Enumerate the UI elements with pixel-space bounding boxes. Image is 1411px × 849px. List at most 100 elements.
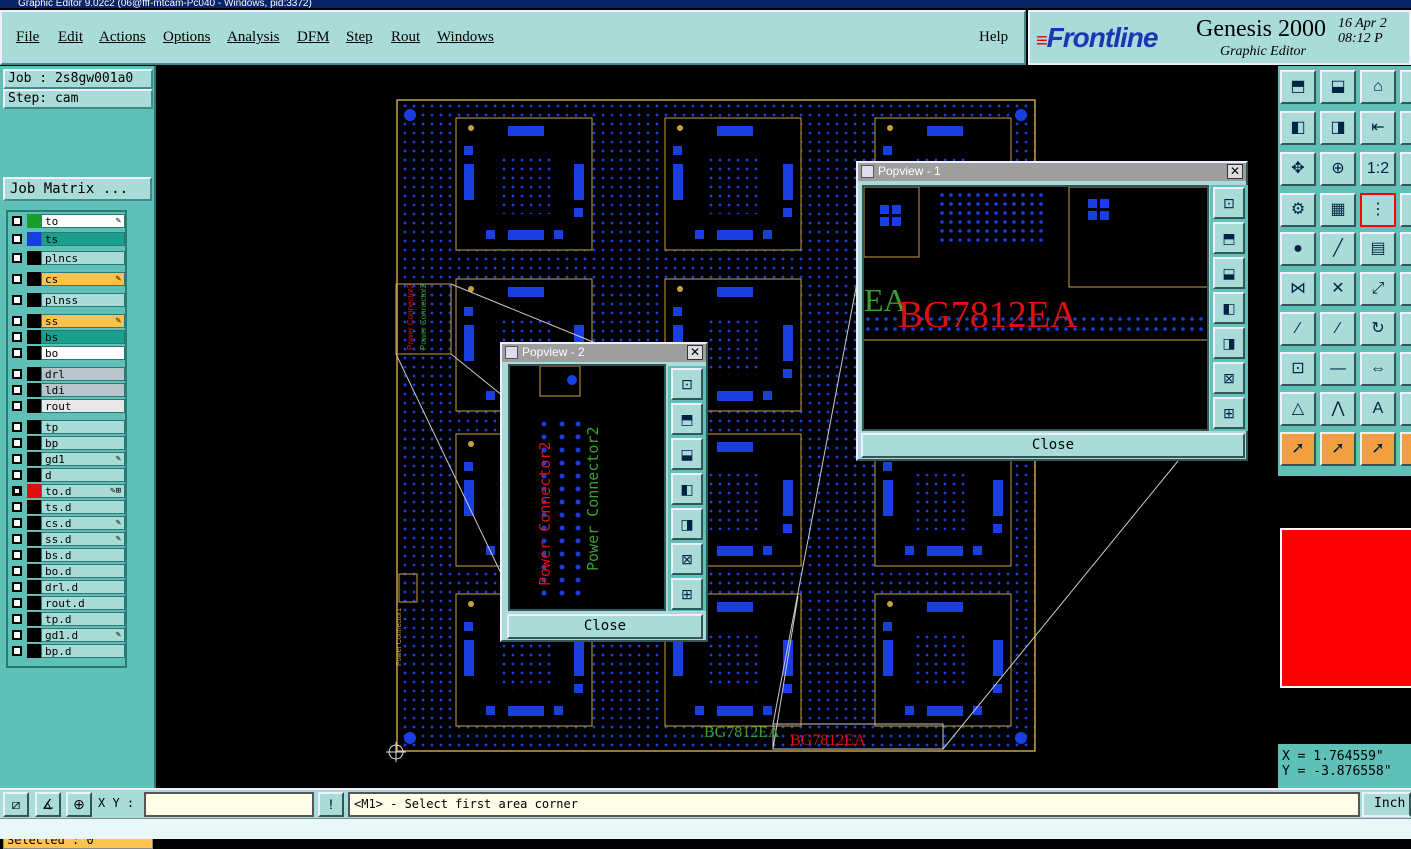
tool-button-icon[interactable]: ➚ xyxy=(1320,432,1356,466)
tool-button-icon[interactable]: ⤢ xyxy=(1360,272,1396,306)
tool-button-icon[interactable]: 1:2 xyxy=(1360,152,1396,186)
layer-checkbox[interactable] xyxy=(12,518,22,528)
layer-checkbox[interactable] xyxy=(12,332,22,342)
layer-checkbox[interactable] xyxy=(12,582,22,592)
pan-down-icon[interactable]: ⬓ xyxy=(1213,257,1245,289)
graphic-canvas[interactable]: Power Connector2 Power Connector2 Power … xyxy=(158,66,1276,788)
layer-name[interactable]: drl.d xyxy=(41,580,125,594)
layer-row[interactable]: ts.d xyxy=(8,500,125,514)
layer-name[interactable]: ss ✎ xyxy=(41,314,125,328)
layer-checkbox[interactable] xyxy=(12,253,22,263)
zoom-in-icon[interactable]: ⊠ xyxy=(671,543,703,575)
pan-right-icon[interactable]: ◨ xyxy=(671,508,703,540)
zoom-out-icon[interactable]: ⊞ xyxy=(671,578,703,610)
layer-row[interactable]: bp.d xyxy=(8,644,125,658)
layer-row[interactable]: d xyxy=(8,468,125,482)
xy-input[interactable] xyxy=(144,792,314,817)
tool-button-icon[interactable]: ➚ xyxy=(1360,432,1396,466)
tool-button-icon[interactable]: △ xyxy=(1280,392,1316,426)
layer-name[interactable]: tp.d xyxy=(41,612,125,626)
layer-name[interactable]: gd1.d ✎ xyxy=(41,628,125,642)
tool-button-icon[interactable]: ⋮ xyxy=(1360,193,1396,227)
menu-help[interactable]: Help xyxy=(979,29,1008,46)
layer-checkbox[interactable] xyxy=(12,614,22,624)
layer-checkbox[interactable] xyxy=(12,630,22,640)
layer-row[interactable]: bp xyxy=(8,436,125,450)
tool-button-icon[interactable]: ⊡ xyxy=(1280,352,1316,386)
popview-2-title[interactable]: Popview - 2 ✕ xyxy=(502,344,706,362)
tool-button-icon[interactable]: ⌂ xyxy=(1360,70,1396,104)
tool-button-icon[interactable]: ⋀ xyxy=(1320,392,1356,426)
tool-button-icon[interactable]: ↻ xyxy=(1360,312,1396,346)
popview-2-close-button[interactable]: Close xyxy=(507,614,703,639)
layer-checkbox[interactable] xyxy=(12,316,22,326)
alert-icon[interactable]: ! xyxy=(318,792,344,817)
layer-row[interactable]: drl xyxy=(8,367,125,381)
tool-button-icon[interactable]: ✕ xyxy=(1320,272,1356,306)
layer-checkbox[interactable] xyxy=(12,502,22,512)
pan-left-icon[interactable]: ◧ xyxy=(1213,292,1245,324)
layer-row[interactable]: bo xyxy=(8,346,125,360)
layer-row[interactable]: drl.d xyxy=(8,580,125,594)
layer-row[interactable]: ss ✎ xyxy=(8,314,125,328)
layer-checkbox[interactable] xyxy=(12,422,22,432)
layer-checkbox[interactable] xyxy=(12,369,22,379)
tool-button-icon[interactable]: ⋈ xyxy=(1280,272,1316,306)
layer-checkbox[interactable] xyxy=(12,234,22,244)
layer-row[interactable]: bs.d xyxy=(8,548,125,562)
layer-checkbox[interactable] xyxy=(12,534,22,544)
layer-checkbox[interactable] xyxy=(12,385,22,395)
tool-button-icon[interactable]: ◩ xyxy=(1400,111,1411,145)
layer-row[interactable]: gd1.d ✎ xyxy=(8,628,125,642)
layer-name[interactable]: ts xyxy=(41,232,125,246)
tool-button-icon[interactable]: ⤡ xyxy=(1400,272,1411,306)
layer-checkbox[interactable] xyxy=(12,348,22,358)
layer-row[interactable]: cs.d ✎ xyxy=(8,516,125,530)
tool-button-icon[interactable]: ⇔ xyxy=(1360,352,1396,386)
layer-name[interactable]: rout xyxy=(41,399,125,413)
tool-button-icon[interactable]: A xyxy=(1360,392,1396,426)
tool-button-icon[interactable]: — xyxy=(1320,352,1356,386)
menu-step[interactable]: Step xyxy=(346,29,373,46)
layer-name[interactable]: ss.d ✎ xyxy=(41,532,125,546)
layer-checkbox[interactable] xyxy=(12,550,22,560)
layer-row[interactable]: plncs xyxy=(8,251,125,265)
layer-row[interactable]: gd1 ✎ xyxy=(8,452,125,466)
tool-button-icon[interactable]: ╱ xyxy=(1320,232,1356,266)
tool-button-icon[interactable]: ➚ xyxy=(1400,432,1411,466)
layer-name[interactable]: plnss xyxy=(41,293,125,307)
pan-up-icon[interactable]: ⬒ xyxy=(671,403,703,435)
layer-checkbox[interactable] xyxy=(12,598,22,608)
zoom-in-icon[interactable]: ⊠ xyxy=(1213,362,1245,394)
layer-row[interactable]: cs ✎ xyxy=(8,272,125,286)
snap-icon[interactable]: ⧄ xyxy=(3,792,29,817)
popview-1-title[interactable]: Popview - 1 ✕ xyxy=(858,163,1246,181)
layer-name[interactable]: plncs xyxy=(41,251,125,265)
tool-button-icon[interactable]: ∧ xyxy=(1400,392,1411,426)
menu-actions[interactable]: Actions xyxy=(99,29,146,46)
layer-row[interactable]: bo.d xyxy=(8,564,125,578)
layer-name[interactable]: to.d ✎⊞ xyxy=(41,484,125,498)
pan-up-icon[interactable]: ⬒ xyxy=(1213,222,1245,254)
tool-button-icon[interactable]: ● xyxy=(1280,232,1316,266)
tool-button-icon[interactable]: ↺ xyxy=(1400,312,1411,346)
tool-button-icon[interactable]: ▦ xyxy=(1320,193,1356,227)
layer-name[interactable]: bp xyxy=(41,436,125,450)
popview-1-window[interactable]: Popview - 1✕ EA BG7812EA ⊡ ⬒ ⬓ ◧ ◨ ⊠ ⊞ xyxy=(856,161,1248,461)
layer-row[interactable]: plnss xyxy=(8,293,125,307)
menu-analysis[interactable]: Analysis xyxy=(227,29,280,46)
popview-1-close-button[interactable]: Close xyxy=(861,433,1245,458)
tool-button-icon[interactable]: ⚙ xyxy=(1280,193,1316,227)
menu-dfm[interactable]: DFM xyxy=(297,29,330,46)
layer-row[interactable]: ldi xyxy=(8,383,125,397)
pan-left-icon[interactable]: ◧ xyxy=(671,473,703,505)
layer-row[interactable]: rout.d xyxy=(8,596,125,610)
layer-row[interactable]: to ✎ xyxy=(8,214,125,228)
layer-checkbox[interactable] xyxy=(12,454,22,464)
overview-map[interactable] xyxy=(1278,476,1411,744)
layer-checkbox[interactable] xyxy=(12,470,22,480)
layer-checkbox[interactable] xyxy=(12,295,22,305)
layer-name[interactable]: bp.d xyxy=(41,644,125,658)
tool-button-icon[interactable]: ✥ xyxy=(1280,152,1316,186)
tool-button-icon[interactable]: ⇕ xyxy=(1400,352,1411,386)
